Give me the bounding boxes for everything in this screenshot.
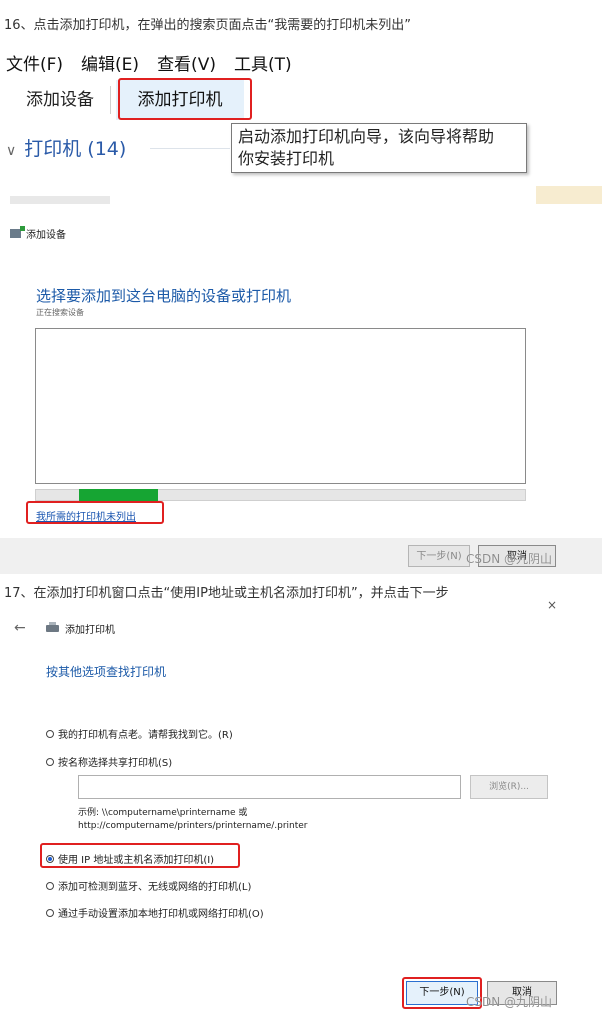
browse-button[interactable]: 浏览(R)... [470,775,548,799]
radio-button[interactable] [46,729,54,738]
option-label: 按名称选择共享打印机(S) [58,758,173,769]
search-status: 正在搜索设备 [36,308,84,317]
search-progress-fill [79,489,158,501]
menu-edit[interactable]: 编辑(E) [81,50,139,75]
command-bar: 添加设备 添加打印机 [0,80,602,120]
chevron-down-icon: ∨ [6,143,17,159]
printer-thumbnail [536,186,602,204]
add-printer-titlebar: 添加打印机 [46,621,115,636]
step17-heading: 17、在添加打印机窗口点击“使用IP地址或主机名添加打印机”，并点击下一步 [4,586,449,601]
shared-printer-name-input[interactable] [78,775,461,799]
option-label: 添加可检测到蓝牙、无线或网络的打印机(L) [58,882,252,893]
option-label: 通过手动设置添加本地打印机或网络打印机(O) [58,909,264,920]
printer-icon [46,622,59,632]
find-printer-heading: 按其他选项查找打印机 [46,665,167,679]
next-button-disabled[interactable]: 下一步(N) [408,545,470,567]
highlight-add-printer [118,78,252,120]
add-device-title: 添加设备 [26,230,66,241]
watermark: CSDN @九阴山 [466,552,553,566]
watermark: CSDN @九阴山 [466,995,553,1009]
option-older-printer[interactable]: 我的打印机有点老。请帮我找到它。(R) [46,726,233,741]
option-bluetooth-wireless[interactable]: 添加可检测到蓝牙、无线或网络的打印机(L) [46,878,251,893]
radio-button[interactable] [46,908,54,917]
menu-view[interactable]: 查看(V) [157,50,216,75]
tooltip-line-1: 启动添加打印机向导，该向导将帮助 [238,127,495,146]
group-divider [150,148,230,149]
radio-button[interactable] [46,881,54,890]
tooltip-line-2: 你安装打印机 [238,149,335,168]
add-device-titlebar: 添加设备 [10,226,66,241]
option-manual-local[interactable]: 通过手动设置添加本地打印机或网络打印机(O) [46,905,264,920]
printers-group-label: 打印机 (14) [24,138,127,160]
printers-group-header[interactable]: ∨ 打印机 (14) [6,134,126,161]
highlight-not-listed [26,501,164,524]
menu-file[interactable]: 文件(F) [6,50,63,75]
menu-tools[interactable]: 工具(T) [234,50,292,75]
command-separator [110,86,111,114]
add-printer-tooltip: 启动添加打印机向导，该向导将帮助 你安装打印机 [231,123,527,173]
add-printer-title: 添加打印机 [65,625,115,636]
device-list[interactable] [35,328,526,484]
example-line-1: 示例: \\computername\printername 或 [78,808,248,818]
step16-heading: 16、点击添加打印机，在弹出的搜索页面点击“我需要的打印机未列出” [4,18,412,33]
option-label: 我的打印机有点老。请帮我找到它。(R) [58,730,233,741]
menu-bar: 文件(F) 编辑(E) 查看(V) 工具(T) [6,50,292,75]
option-shared-by-name[interactable]: 按名称选择共享打印机(S) [46,754,172,769]
example-text: 示例: \\computername\printername 或 http://… [78,807,308,833]
printer-thumbnail [10,196,110,204]
highlight-ip-option [40,843,240,868]
back-arrow-icon[interactable]: ← [14,620,26,636]
add-device-icon [10,226,25,238]
add-device-button[interactable]: 添加设备 [14,80,106,120]
close-icon[interactable]: × [547,598,557,612]
radio-button[interactable] [46,757,54,766]
add-device-heading: 选择要添加到这台电脑的设备或打印机 [36,287,292,305]
example-line-2: http://computername/printers/printername… [78,821,308,831]
